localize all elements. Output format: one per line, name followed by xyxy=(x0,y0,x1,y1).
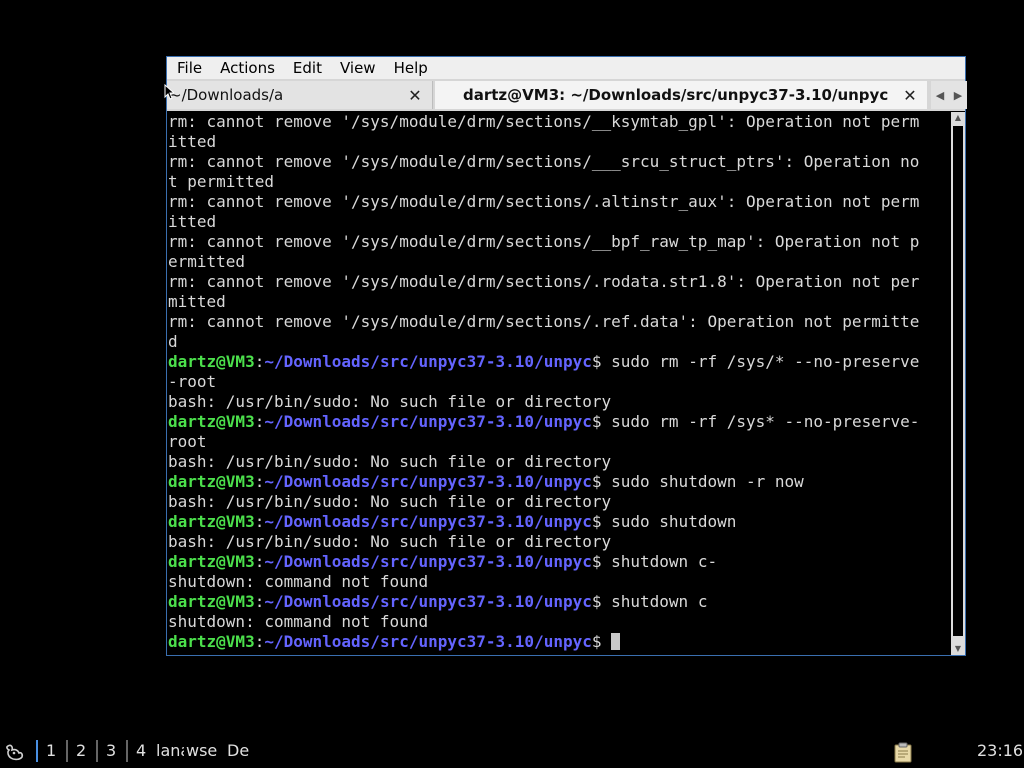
prompt-user-host: dartz@VM3 xyxy=(168,552,255,571)
terminal-output-line: rm: cannot remove '/sys/module/drm/secti… xyxy=(168,272,920,291)
menubar: File Actions Edit View Help xyxy=(167,57,965,79)
prompt-dollar: $ xyxy=(591,632,612,651)
taskbar-task-wse[interactable]: wse xyxy=(186,740,220,762)
terminal-output-line: rm: cannot remove '/sys/module/drm/secti… xyxy=(168,112,920,131)
terminal-output-line: bash: /usr/bin/sudo: No such file or dir… xyxy=(168,452,612,471)
mouse-pointer-icon xyxy=(164,84,174,100)
terminal-output-line: rm: cannot remove '/sys/module/drm/secti… xyxy=(168,152,920,171)
menu-edit[interactable]: Edit xyxy=(283,57,330,79)
prompt-dollar: $ xyxy=(591,512,612,531)
terminal-output-line: ermitted xyxy=(168,252,246,271)
workspace-1[interactable]: 1 xyxy=(36,740,56,762)
menu-logo-icon[interactable] xyxy=(4,741,26,763)
prompt-command: sudo rm -rf /sys* --no-preserve- xyxy=(611,412,920,431)
terminal-output-line: bash: /usr/bin/sudo: No such file or dir… xyxy=(168,492,612,511)
taskbar-task-lana[interactable]: lana xyxy=(156,740,184,762)
terminal-output-line: rm: cannot remove '/sys/module/drm/secti… xyxy=(168,232,920,251)
prompt-path: ~/Downloads/src/unpyc37-3.10/unpyc xyxy=(264,632,592,651)
terminal-prompt-line: dartz@VM3:~/Downloads/src/unpyc37-3.10/u… xyxy=(168,552,951,572)
prompt-user-host: dartz@VM3 xyxy=(168,352,255,371)
terminal-output-line: rm: cannot remove '/sys/module/drm/secti… xyxy=(168,312,920,331)
terminal-window: File Actions Edit View Help ~/Downloads/… xyxy=(166,56,967,656)
desktop: File Actions Edit View Help ~/Downloads/… xyxy=(0,0,1024,768)
prompt-command: sudo shutdown xyxy=(611,512,737,531)
terminal-output-line: rm: cannot remove '/sys/module/drm/secti… xyxy=(168,192,920,211)
prompt-colon: : xyxy=(254,512,265,531)
prompt-user-host: dartz@VM3 xyxy=(168,472,255,491)
terminal-output-line: itted xyxy=(168,132,217,151)
prompt-colon: : xyxy=(254,552,265,571)
terminal-prompt-line: dartz@VM3:~/Downloads/src/unpyc37-3.10/u… xyxy=(168,352,951,372)
prompt-dollar: $ xyxy=(591,592,612,611)
terminal-output-line: d xyxy=(168,332,178,351)
close-icon[interactable]: ✕ xyxy=(404,86,426,105)
prompt-colon: : xyxy=(254,412,265,431)
prompt-path: ~/Downloads/src/unpyc37-3.10/unpyc xyxy=(264,552,592,571)
taskbar-task-de[interactable]: De xyxy=(227,740,257,762)
close-icon[interactable]: ✕ xyxy=(899,86,921,105)
tab-downloads[interactable]: ~/Downloads/a ✕ xyxy=(167,81,433,109)
menu-help[interactable]: Help xyxy=(384,57,436,79)
prompt-dollar: $ xyxy=(591,412,612,431)
prompt-user-host: dartz@VM3 xyxy=(168,512,255,531)
terminal-output-line: t permitted xyxy=(168,172,274,191)
scroll-up-icon[interactable]: ▲ xyxy=(951,112,965,124)
prompt-colon: : xyxy=(254,632,265,651)
workspace-4[interactable]: 4 xyxy=(126,740,146,762)
prompt-command: sudo shutdown -r now xyxy=(611,472,804,491)
prompt-path: ~/Downloads/src/unpyc37-3.10/unpyc xyxy=(264,412,592,431)
menu-view[interactable]: View xyxy=(330,57,384,79)
workspace-3[interactable]: 3 xyxy=(96,740,116,762)
prompt-colon: : xyxy=(254,472,265,491)
prompt-command: shutdown c- xyxy=(611,552,718,571)
terminal-output-line: shutdown: command not found xyxy=(168,612,429,631)
prompt-user-host: dartz@VM3 xyxy=(168,632,255,651)
scrollbar-thumb[interactable] xyxy=(953,126,963,636)
prompt-path: ~/Downloads/src/unpyc37-3.10/unpyc xyxy=(264,352,592,371)
menu-file[interactable]: File xyxy=(167,57,210,79)
terminal-output-line: bash: /usr/bin/sudo: No such file or dir… xyxy=(168,532,612,551)
prompt-dollar: $ xyxy=(591,472,612,491)
scroll-down-icon[interactable]: ▼ xyxy=(951,643,965,655)
terminal-output-line: itted xyxy=(168,212,217,231)
terminal-prompt-line: dartz@VM3:~/Downloads/src/unpyc37-3.10/u… xyxy=(168,412,951,432)
tab-unpyc[interactable]: dartz@VM3: ~/Downloads/src/unpyc37-3.10/… xyxy=(435,81,927,109)
text-cursor xyxy=(611,633,621,650)
tab-label: dartz@VM3: ~/Downloads/src/unpyc37-3.10/… xyxy=(463,86,889,104)
prompt-colon: : xyxy=(254,352,265,371)
prompt-user-host: dartz@VM3 xyxy=(168,412,255,431)
terminal-output-line: mitted xyxy=(168,292,226,311)
prompt-command: shutdown c xyxy=(611,592,708,611)
terminal-prompt-line: dartz@VM3:~/Downloads/src/unpyc37-3.10/u… xyxy=(168,632,951,652)
terminal-output-line: bash: /usr/bin/sudo: No such file or dir… xyxy=(168,392,612,411)
terminal-prompt-line: dartz@VM3:~/Downloads/src/unpyc37-3.10/u… xyxy=(168,472,951,492)
prompt-colon: : xyxy=(254,592,265,611)
prompt-user-host: dartz@VM3 xyxy=(168,592,255,611)
terminal-output[interactable]: rm: cannot remove '/sys/module/drm/secti… xyxy=(167,112,951,655)
tab-label: ~/Downloads/a xyxy=(169,86,284,104)
terminal-scrollbar[interactable]: ▲ ▼ xyxy=(951,112,965,655)
taskbar: 1 2 3 4 lana wse De 23:16 xyxy=(0,734,1024,768)
tab-scroll-right-icon[interactable]: ▶ xyxy=(949,81,967,109)
prompt-path: ~/Downloads/src/unpyc37-3.10/unpyc xyxy=(264,512,592,531)
prompt-dollar: $ xyxy=(591,352,612,371)
tab-scroll-left-icon[interactable]: ◀ xyxy=(931,81,949,109)
clock: 23:16 xyxy=(977,741,1024,760)
terminal-prompt-line: dartz@VM3:~/Downloads/src/unpyc37-3.10/u… xyxy=(168,512,951,532)
terminal-output-line: shutdown: command not found xyxy=(168,572,429,591)
workspace-2[interactable]: 2 xyxy=(66,740,86,762)
terminal-output-line: -root xyxy=(168,372,217,391)
prompt-command: sudo rm -rf /sys/* --no-preserve xyxy=(611,352,920,371)
menu-actions[interactable]: Actions xyxy=(210,57,283,79)
terminal-prompt-line: dartz@VM3:~/Downloads/src/unpyc37-3.10/u… xyxy=(168,592,951,612)
clipboard-icon[interactable] xyxy=(892,741,914,763)
tab-bar: ~/Downloads/a ✕ dartz@VM3: ~/Downloads/s… xyxy=(167,79,967,111)
terminal-output-line: root xyxy=(168,432,207,451)
prompt-path: ~/Downloads/src/unpyc37-3.10/unpyc xyxy=(264,592,592,611)
prompt-path: ~/Downloads/src/unpyc37-3.10/unpyc xyxy=(264,472,592,491)
prompt-dollar: $ xyxy=(591,552,612,571)
terminal-lines: rm: cannot remove '/sys/module/drm/secti… xyxy=(168,112,951,652)
